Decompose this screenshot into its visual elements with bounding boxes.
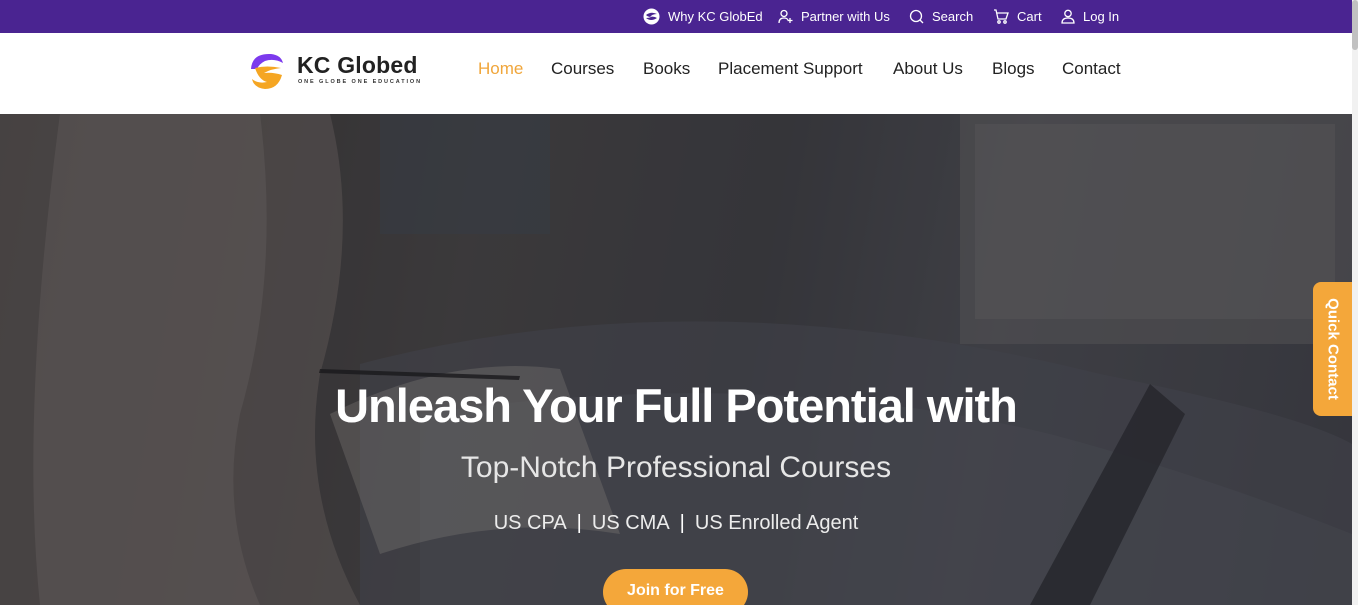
hero-subtitle: Top-Notch Professional Courses (460, 451, 892, 484)
partner-with-us-label: Partner with Us (801, 9, 890, 24)
nav-courses[interactable]: Courses (551, 59, 614, 79)
nav-blogs[interactable]: Blogs (992, 59, 1035, 79)
program-us-cma: US CMA (591, 512, 670, 534)
program-separator: | (679, 512, 685, 534)
search-link[interactable]: Search (909, 0, 973, 33)
page-scrollbar[interactable] (1352, 0, 1358, 605)
nav-placement-support[interactable]: Placement Support (718, 59, 863, 79)
kc-globed-logo-mark (251, 53, 283, 89)
why-kc-globed-label: Why KC GlobEd (668, 9, 763, 24)
program-us-cpa: US CPA (493, 512, 567, 534)
nav-contact[interactable]: Contact (1062, 59, 1121, 79)
hero-program-list: US CPA | US CMA | US Enrolled Agent (0, 512, 1352, 535)
site-logo[interactable]: KC Globed ONE GLOBE ONE EDUCATION (247, 49, 422, 93)
top-utility-bar: Why KC GlobEd Partner with Us Search Car… (0, 0, 1352, 33)
user-plus-icon (778, 9, 793, 24)
join-for-free-button[interactable]: Join for Free (603, 569, 748, 605)
nav-about-us[interactable]: About Us (893, 59, 963, 79)
main-header: KC Globed ONE GLOBE ONE EDUCATION Home C… (0, 33, 1352, 114)
scrollbar-thumb[interactable] (1352, 0, 1358, 50)
globed-logo-icon (643, 8, 660, 25)
why-kc-globed-link[interactable]: Why KC GlobEd (643, 0, 763, 33)
nav-home[interactable]: Home (478, 59, 523, 79)
logo-tagline: ONE GLOBE ONE EDUCATION (298, 79, 422, 85)
user-icon (1061, 9, 1075, 24)
search-icon (909, 9, 924, 24)
search-label: Search (932, 9, 974, 24)
log-in-label: Log In (1083, 9, 1120, 24)
partner-with-us-link[interactable]: Partner with Us (778, 0, 890, 33)
hero-title: Unleash Your Full Potential with (335, 379, 1018, 432)
cart-link[interactable]: Cart (993, 0, 1042, 33)
quick-contact-label: Quick Contact (1324, 298, 1341, 400)
hero-banner: Unleash Your Full Potential with Top-Not… (0, 114, 1352, 605)
program-separator: | (576, 512, 582, 534)
cart-icon (994, 9, 1009, 24)
nav-books[interactable]: Books (643, 59, 690, 79)
log-in-link[interactable]: Log In (1061, 0, 1119, 33)
quick-contact-tab[interactable]: Quick Contact (1313, 282, 1352, 416)
program-us-enrolled-agent: US Enrolled Agent (694, 512, 859, 534)
logo-wordmark: KC Globed (297, 52, 418, 78)
cart-label: Cart (1017, 9, 1042, 24)
